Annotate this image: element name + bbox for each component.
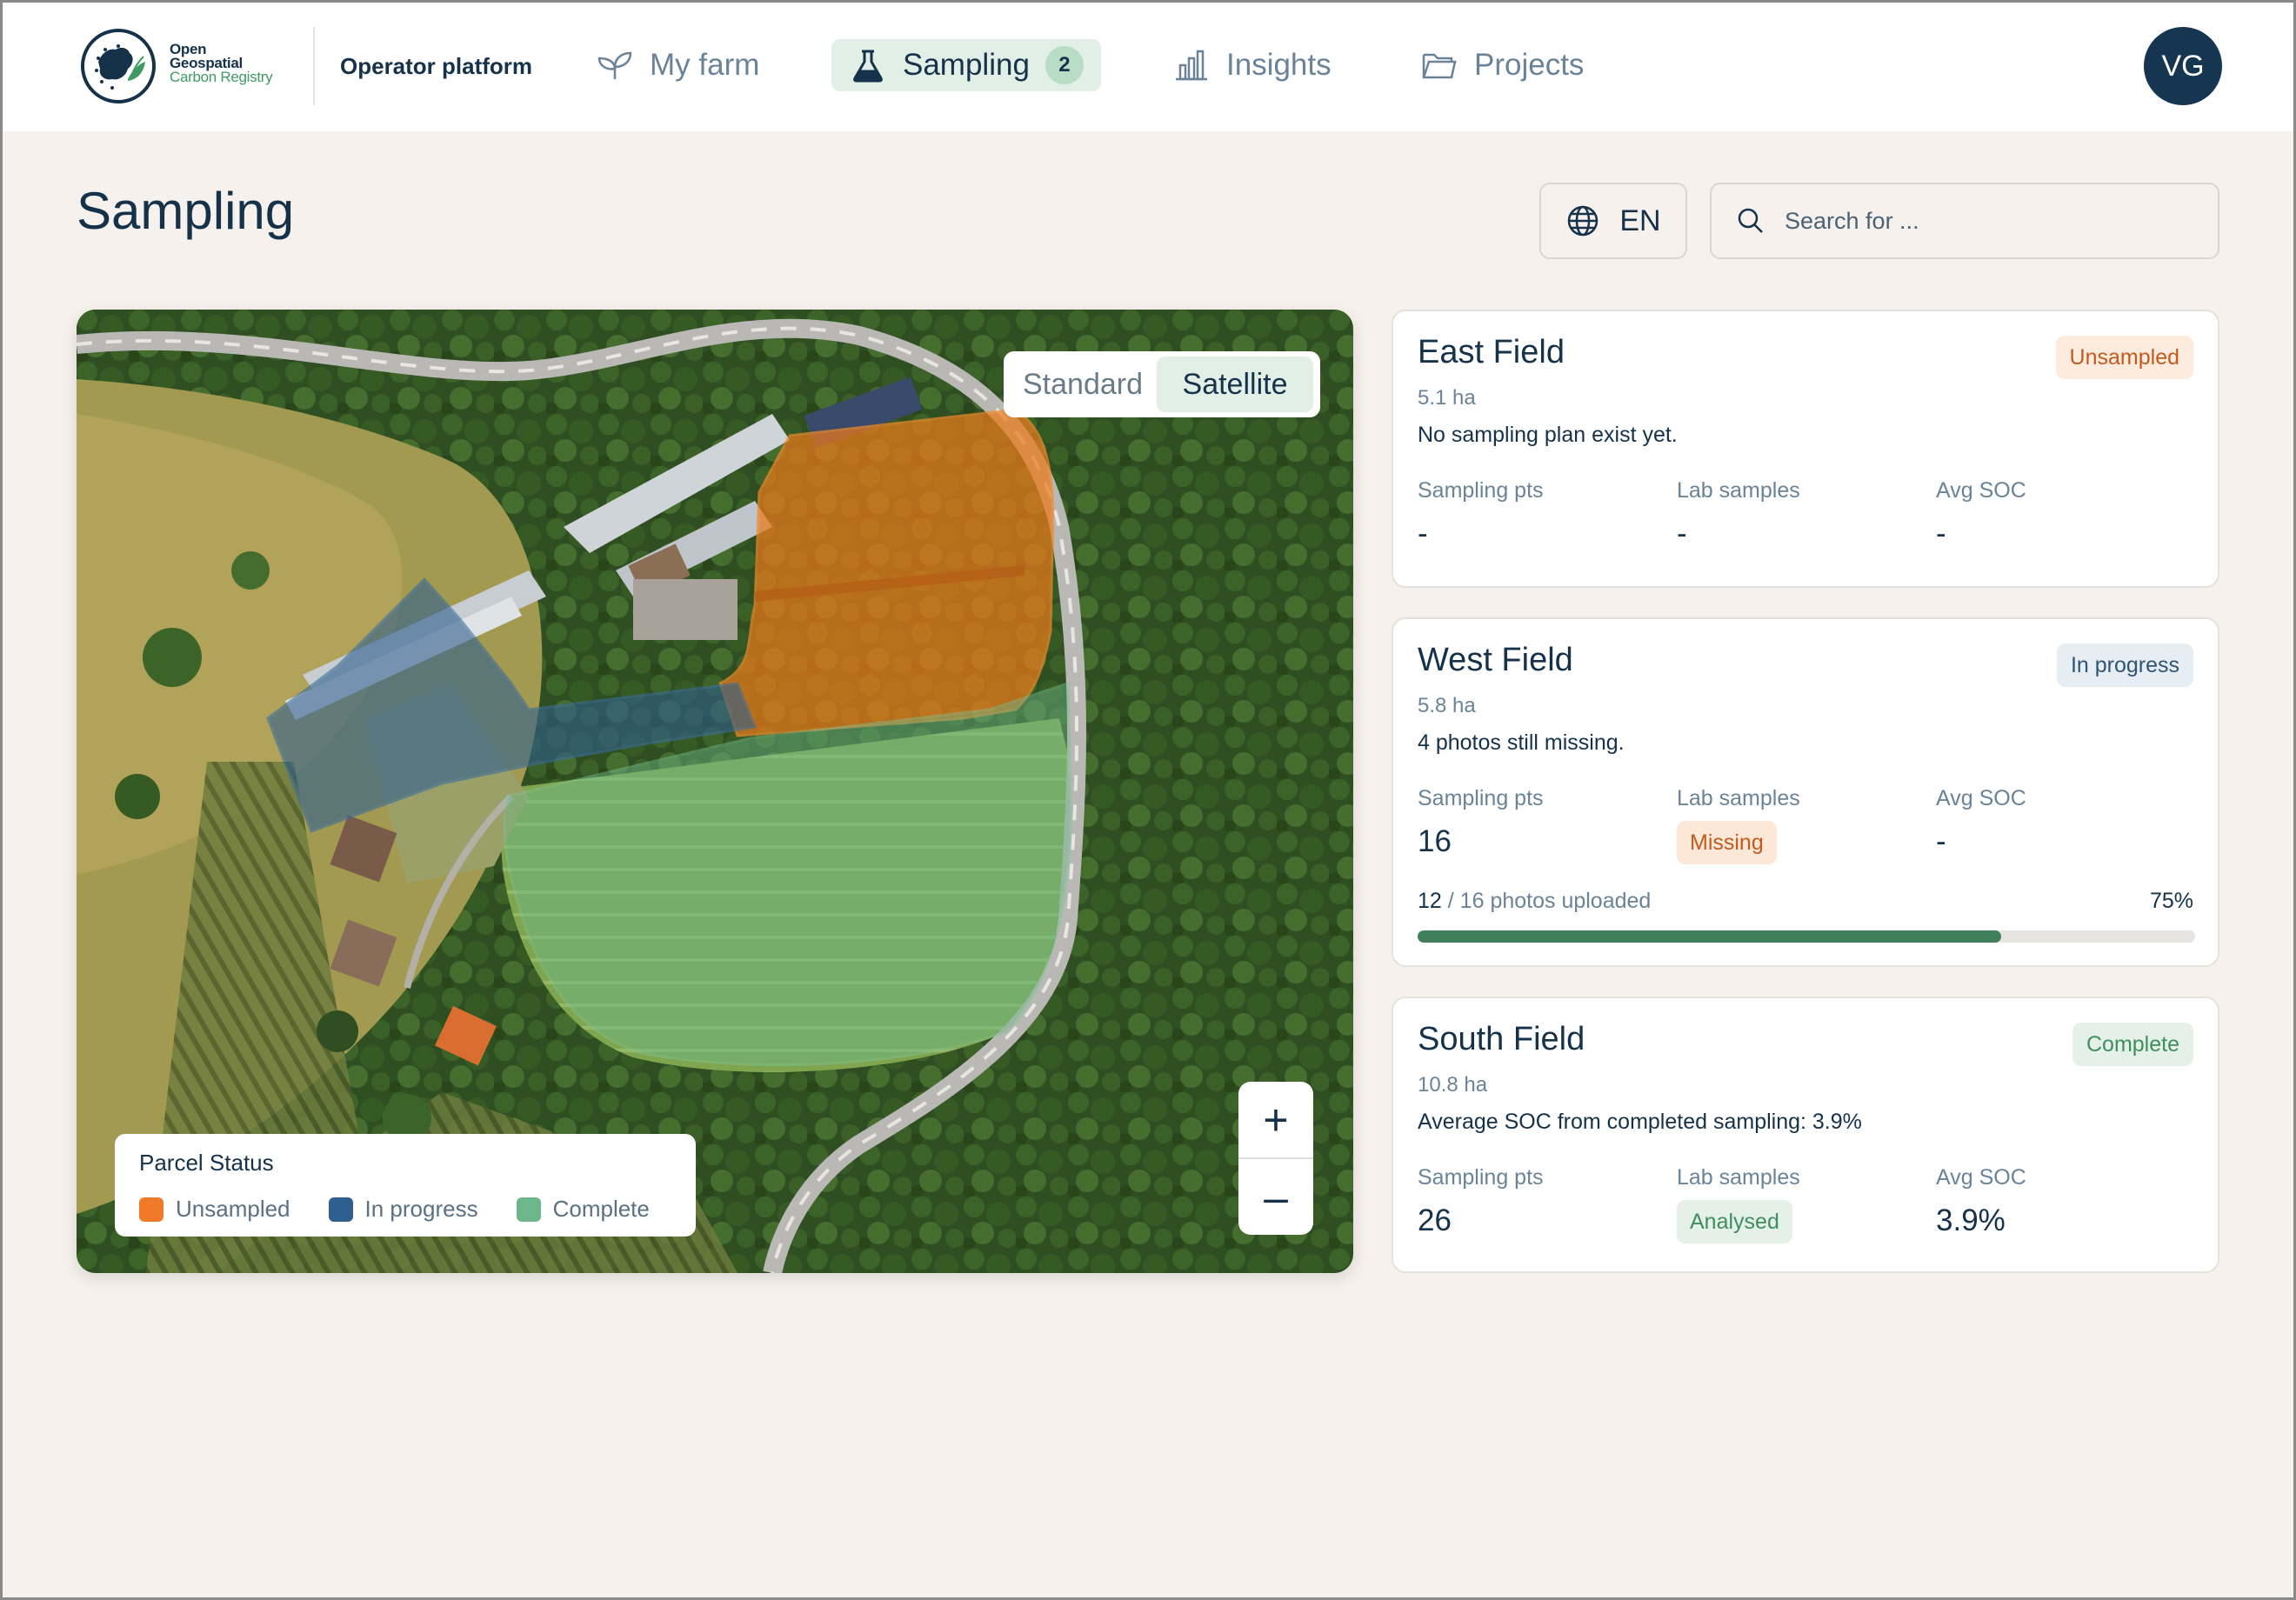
legend-item-complete: Complete: [516, 1196, 650, 1223]
nav-sampling[interactable]: Sampling 2: [831, 39, 1101, 91]
nav-my-farm[interactable]: My farm: [578, 39, 777, 91]
registry-logo-icon[interactable]: [79, 27, 157, 105]
field-note: No sampling plan exist yet.: [1418, 423, 1678, 447]
status-badge: Unsampled: [2055, 336, 2193, 379]
legend-swatch: [139, 1197, 164, 1222]
parcel-status-legend: Parcel Status Unsampled In progress Comp…: [115, 1134, 696, 1237]
sampling-points-value: 26: [1418, 1203, 1452, 1237]
legend-swatch: [328, 1197, 353, 1222]
nav-projects[interactable]: Projects: [1403, 39, 1601, 91]
avg-soc-label: Avg SOC: [1936, 1165, 2026, 1190]
sampling-points-value: 16: [1418, 824, 1452, 858]
avg-soc-value: -: [1936, 517, 1946, 550]
map-style-toggle: Standard Satellite: [1004, 351, 1320, 417]
language-selector[interactable]: EN: [1539, 183, 1687, 259]
avg-soc-value: -: [1936, 824, 1946, 858]
top-navigation-bar: Open Geospatial Carbon Registry Operator…: [3, 3, 2293, 131]
legend-label: Unsampled: [176, 1196, 290, 1222]
legend-label: In progress: [364, 1196, 478, 1222]
sampling-points-label: Sampling pts: [1418, 786, 1544, 810]
language-label: EN: [1619, 203, 1661, 237]
status-badge: Complete: [2072, 1023, 2193, 1066]
sampling-points-label: Sampling pts: [1418, 478, 1544, 503]
field-note: Average SOC from completed sampling: 3.9…: [1418, 1110, 1862, 1134]
sampling-points-value: -: [1418, 517, 1428, 550]
sprout-icon: [597, 51, 632, 79]
zoom-in-button[interactable]: +: [1238, 1082, 1313, 1157]
field-name: East Field: [1418, 334, 1565, 370]
lab-samples-label: Lab samples: [1677, 478, 1800, 503]
bar-chart-icon: [1176, 50, 1207, 81]
platform-label: Operator platform: [340, 53, 533, 79]
avg-soc-label: Avg SOC: [1936, 478, 2026, 503]
folder-icon: [1422, 53, 1457, 79]
field-area: 10.8 ha: [1418, 1073, 1488, 1097]
photo-upload-progress-bar: [1418, 930, 2195, 943]
photo-upload-status: 12 / 16 photos uploaded: [1418, 889, 1652, 913]
progress-fill: [1418, 930, 2001, 943]
legend-swatch: [516, 1197, 541, 1222]
flask-icon: [853, 50, 883, 83]
avg-soc-value: 3.9%: [1936, 1203, 2006, 1237]
satellite-imagery: [77, 310, 1353, 1273]
avg-soc-label: Avg SOC: [1936, 786, 2026, 810]
photos-suffix: photos uploaded: [1490, 889, 1652, 913]
lab-samples-analysed-badge: Analysed: [1677, 1200, 1792, 1243]
nav-label: Insights: [1226, 48, 1332, 82]
sampling-points-label: Sampling pts: [1418, 1165, 1544, 1190]
zoom-out-button[interactable]: –: [1238, 1159, 1313, 1235]
search-icon: [1738, 208, 1763, 233]
lab-samples-value: -: [1677, 517, 1687, 550]
nav-label: Projects: [1474, 48, 1585, 82]
header-divider: [313, 27, 315, 105]
field-note: 4 photos still missing.: [1418, 730, 1625, 755]
photos-total-count: 16: [1459, 889, 1485, 913]
lab-samples-missing-badge: Missing: [1677, 821, 1777, 864]
map-style-standard[interactable]: Standard: [1009, 357, 1157, 412]
parcel-map[interactable]: Standard Satellite + – Parcel Status Uns…: [77, 310, 1353, 1273]
page-title: Sampling: [77, 182, 295, 240]
nav-label: Sampling: [903, 48, 1030, 82]
search-input[interactable]: [1785, 207, 2202, 235]
legend-item-unsampled: Unsampled: [139, 1196, 290, 1223]
globe-icon: [1568, 205, 1599, 237]
nav-insights[interactable]: Insights: [1155, 39, 1349, 91]
photos-uploaded-count: 12: [1418, 889, 1442, 913]
field-card-west[interactable]: West Field In progress 5.8 ha 4 photos s…: [1392, 617, 2219, 967]
photo-upload-percent: 75%: [2149, 889, 2193, 913]
lab-samples-label: Lab samples: [1677, 1165, 1800, 1190]
nav-label: My farm: [650, 48, 760, 82]
field-area: 5.8 ha: [1418, 694, 1476, 717]
lab-samples-label: Lab samples: [1677, 786, 1800, 810]
zoom-controls: + –: [1238, 1082, 1313, 1235]
legend-item-in-progress: In progress: [328, 1196, 478, 1223]
status-badge: In progress: [2056, 643, 2193, 687]
field-name: South Field: [1418, 1021, 1585, 1057]
legend-title: Parcel Status: [139, 1150, 274, 1176]
search-box[interactable]: [1710, 183, 2219, 259]
map-style-satellite[interactable]: Satellite: [1157, 357, 1313, 412]
user-avatar[interactable]: VG: [2144, 27, 2222, 105]
legend-label: Complete: [552, 1196, 650, 1222]
field-card-south[interactable]: South Field Complete 10.8 ha Average SOC…: [1392, 997, 2219, 1273]
field-area: 5.1 ha: [1418, 386, 1476, 410]
sampling-count-badge: 2: [1045, 46, 1084, 84]
field-name: West Field: [1418, 642, 1573, 678]
registry-logo-text: Open Geospatial Carbon Registry: [170, 41, 273, 85]
field-card-east[interactable]: East Field Unsampled 5.1 ha No sampling …: [1392, 310, 2219, 588]
